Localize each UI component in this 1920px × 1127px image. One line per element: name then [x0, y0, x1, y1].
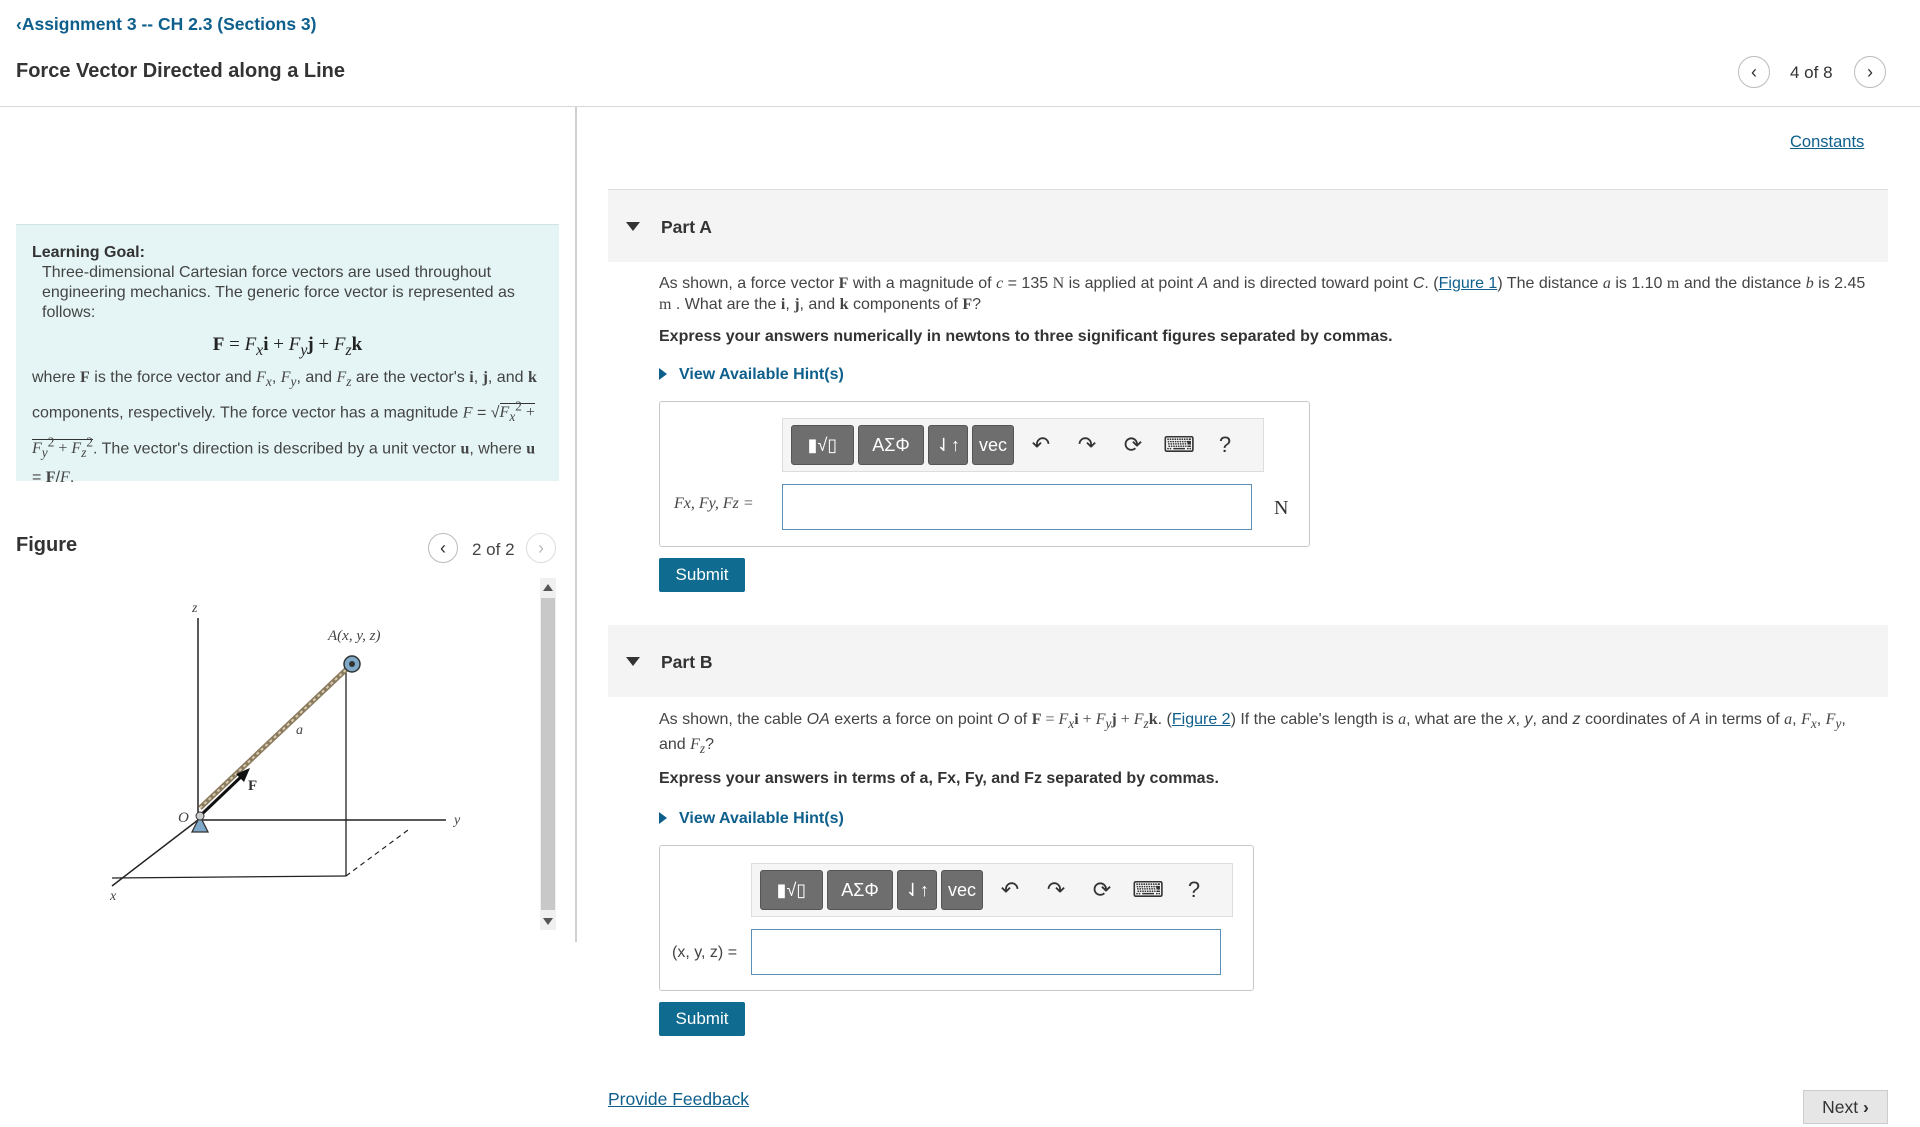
reset-icon[interactable]: ⟳	[1079, 870, 1125, 910]
part-b-hints-toggle[interactable]: View Available Hint(s)	[659, 810, 844, 828]
keyboard-icon[interactable]: ⌨	[1125, 870, 1171, 910]
greek-letters-button[interactable]: ΑΣΦ	[827, 870, 893, 910]
caret-down-icon	[626, 222, 640, 231]
redo-icon[interactable]: ↷	[1033, 870, 1079, 910]
figure-counter: 2 of 2	[472, 540, 515, 559]
help-icon[interactable]: ?	[1202, 425, 1248, 465]
templates-button[interactable]: ▮√▯	[791, 425, 854, 465]
undo-icon[interactable]: ↶	[1018, 425, 1064, 465]
help-icon[interactable]: ?	[1171, 870, 1217, 910]
provide-feedback-link[interactable]: Provide Feedback	[608, 1089, 749, 1110]
figure-previous-button[interactable]: ‹	[428, 533, 458, 563]
reset-icon[interactable]: ⟳	[1110, 425, 1156, 465]
undo-icon[interactable]: ↶	[987, 870, 1033, 910]
part-a-submit-button[interactable]: Submit	[659, 558, 745, 592]
header-divider	[0, 106, 1920, 107]
subscript-superscript-button[interactable]: ⇃↑	[928, 425, 968, 465]
learning-goal-intro: Three-dimensional Cartesian force vector…	[42, 264, 515, 321]
scroll-down-icon[interactable]	[543, 918, 553, 925]
next-button[interactable]: Next ›	[1803, 1090, 1888, 1124]
y-label: y	[452, 813, 461, 828]
subscript-superscript-button[interactable]: ⇃↑	[897, 870, 937, 910]
part-b-question: As shown, the cable OA exerts a force on…	[659, 711, 1846, 757]
next-item-button[interactable]: ›	[1854, 56, 1886, 88]
point-o	[195, 811, 205, 821]
box-front-edge	[111, 875, 347, 879]
part-b-header[interactable]: Part B	[608, 625, 1888, 697]
caret-right-icon	[659, 368, 667, 380]
figure-diagram: z y x O A(x, y, z) a F	[109, 601, 461, 904]
scroll-up-icon[interactable]	[543, 584, 553, 591]
o-label: O	[178, 810, 189, 826]
chevron-left-icon: ‹	[1751, 61, 1757, 82]
z-label: z	[191, 601, 198, 616]
chevron-left-icon: ‹	[440, 537, 446, 558]
constants-link[interactable]: Constants	[1790, 133, 1864, 152]
redo-icon[interactable]: ↷	[1064, 425, 1110, 465]
part-b-submit-button[interactable]: Submit	[659, 1002, 745, 1036]
chevron-right-icon: ›	[538, 537, 544, 558]
chevron-right-icon: ›	[1863, 1096, 1869, 1117]
part-a-answer-input[interactable]	[782, 484, 1252, 530]
a-point-label: A(x, y, z)	[327, 628, 380, 644]
keyboard-icon[interactable]: ⌨	[1156, 425, 1202, 465]
caret-right-icon	[659, 812, 667, 824]
f-label: F	[248, 778, 257, 794]
part-a-math-toolbar: ▮√▯ ΑΣΦ ⇃↑ vec ↶ ↷ ⟳ ⌨ ?	[782, 418, 1264, 472]
previous-item-button[interactable]: ‹	[1738, 56, 1770, 88]
item-counter: 4 of 8	[1790, 63, 1833, 82]
part-a-header[interactable]: Part A	[608, 190, 1888, 262]
learning-goal-body: where F is the force vector and Fx, Fy, …	[32, 368, 537, 487]
vector-button[interactable]: vec	[941, 870, 983, 910]
force-formula: F = Fxi + Fyj + Fzk	[212, 334, 363, 359]
chevron-right-icon: ›	[1867, 61, 1873, 82]
vector-button[interactable]: vec	[972, 425, 1014, 465]
force-arrow	[200, 772, 246, 816]
greek-letters-button[interactable]: ΑΣΦ	[858, 425, 924, 465]
part-a-instructions: Express your answers numerically in newt…	[659, 328, 1393, 345]
figure-1-link[interactable]: Figure 1	[1439, 275, 1498, 292]
part-b-answer-input[interactable]	[751, 929, 1221, 975]
pane-divider[interactable]	[575, 107, 577, 942]
part-a-unit: N	[1274, 497, 1289, 519]
part-b-title: Part B	[661, 652, 713, 672]
figure-2-link[interactable]: Figure 2	[1172, 711, 1231, 728]
part-a-answer-label: Fx, Fy, Fz =	[674, 495, 754, 512]
figure-scrollbar-thumb[interactable]	[541, 598, 555, 910]
learning-goal-title: Learning Goal:	[32, 244, 145, 261]
figure-next-button[interactable]: ›	[526, 533, 556, 563]
part-a-hints-toggle[interactable]: View Available Hint(s)	[659, 366, 844, 384]
learning-goal-box: Learning Goal: Three-dimensional Cartesi…	[16, 224, 559, 486]
figure-title: Figure	[16, 534, 78, 556]
part-a-title: Part A	[661, 217, 712, 237]
page-title: Force Vector Directed along a Line	[16, 60, 345, 82]
x-label: x	[109, 889, 117, 904]
templates-button[interactable]: ▮√▯	[760, 870, 823, 910]
part-b-instructions: Express your answers in terms of a, Fx, …	[659, 770, 1219, 787]
x-axis	[111, 819, 199, 887]
part-b-answer-label: (x, y, z) =	[672, 944, 738, 961]
back-to-assignment-link[interactable]: ‹Assignment 3 -- CH 2.3 (Sections 3)	[16, 14, 316, 35]
caret-down-icon	[626, 657, 640, 666]
box-dashed-edge	[345, 829, 409, 877]
part-b-math-toolbar: ▮√▯ ΑΣΦ ⇃↑ vec ↶ ↷ ⟳ ⌨ ?	[751, 863, 1233, 917]
a-length-label: a	[296, 723, 303, 738]
part-a-question: As shown, a force vector F with a magnit…	[659, 275, 1866, 313]
